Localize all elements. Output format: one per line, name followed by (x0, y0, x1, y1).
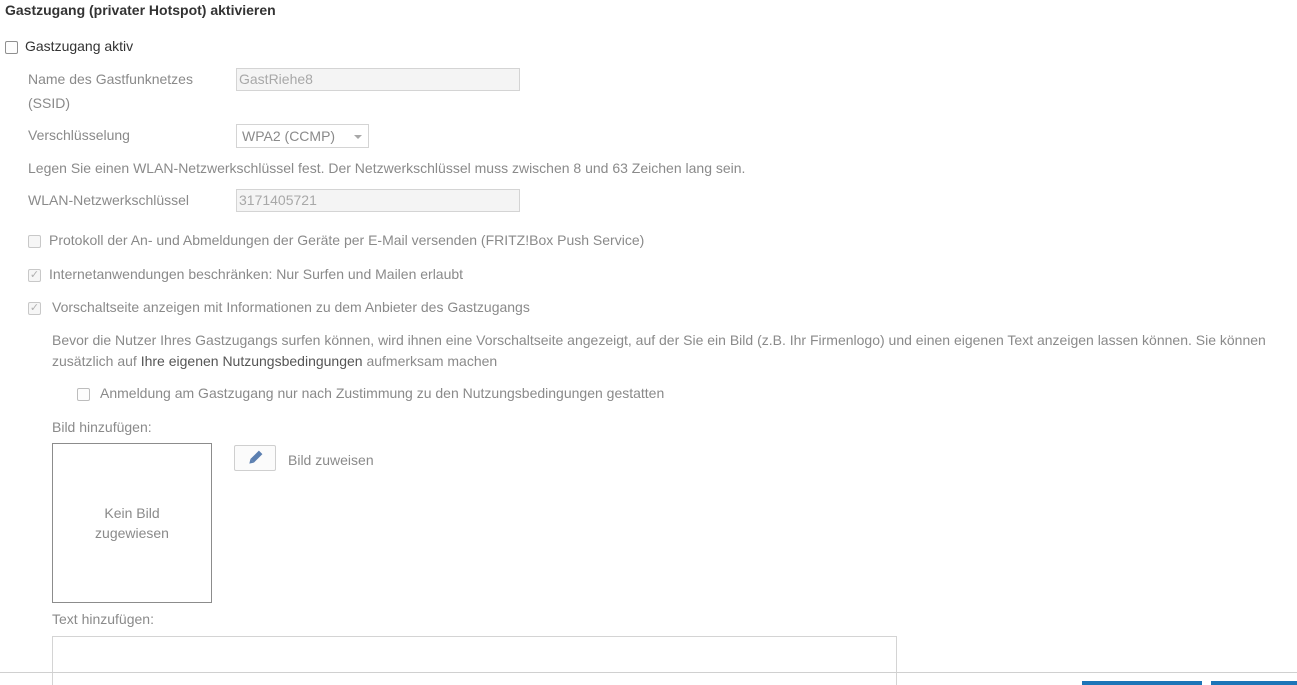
add-image-label: Bild hinzufügen: (52, 419, 152, 435)
guest-access-page: Gastzugang (privater Hotspot) aktivieren… (0, 0, 1297, 685)
landing-page-checkbox[interactable]: ✓ (28, 302, 41, 315)
pencil-icon (249, 450, 263, 464)
checkmark-icon: ✓ (29, 302, 40, 314)
push-service-checkbox[interactable] (28, 235, 41, 248)
footer-divider (0, 672, 1297, 673)
encryption-select[interactable]: WPA2 (CCMP) (236, 124, 369, 148)
landing-text-area[interactable] (52, 636, 897, 685)
checkmark-icon: ✓ (29, 269, 40, 281)
network-key-input[interactable]: 3171405721 (236, 189, 520, 212)
consent-checkbox[interactable] (77, 388, 90, 401)
terms-link[interactable]: Ihre eigenen Nutzungsbedingungen (141, 353, 363, 369)
push-service-label[interactable]: Protokoll der An- und Abmeldungen der Ge… (49, 229, 644, 251)
encryption-selected-value: WPA2 (CCMP) (242, 128, 336, 144)
footer-button-secondary[interactable] (1211, 681, 1297, 685)
image-placeholder: Kein Bild zugewiesen (52, 443, 212, 603)
encryption-label: Verschlüsselung (28, 127, 130, 143)
footer-button-primary[interactable] (1082, 681, 1202, 685)
ssid-label-line2: (SSID) (28, 95, 70, 111)
restrict-apps-label[interactable]: Internetanwendungen beschränken: Nur Sur… (49, 263, 463, 285)
landing-description-end: aufmerksam machen (362, 353, 498, 369)
key-hint-text: Legen Sie einen WLAN-Netzwerkschlüssel f… (28, 160, 746, 176)
landing-page-label[interactable]: Vorschaltseite anzeigen mit Informatione… (52, 296, 530, 318)
assign-image-label[interactable]: Bild zuweisen (288, 449, 374, 471)
guest-access-checkbox[interactable] (5, 41, 18, 54)
guest-access-label[interactable]: Gastzugang aktiv (25, 38, 133, 54)
network-key-label: WLAN-Netzwerkschlüssel (28, 192, 190, 208)
landing-description: Bevor die Nutzer Ihres Gastzugangs surfe… (52, 330, 1292, 372)
chevron-down-icon (354, 135, 362, 139)
consent-label[interactable]: Anmeldung am Gastzugang nur nach Zustimm… (100, 382, 664, 404)
ssid-label-line1: Name des Gastfunknetzes (28, 71, 193, 87)
no-image-text: Kein Bild zugewiesen (95, 505, 169, 541)
add-text-label: Text hinzufügen: (52, 611, 154, 627)
assign-image-button[interactable] (234, 445, 276, 471)
section-title: Gastzugang (privater Hotspot) aktivieren (5, 2, 276, 18)
ssid-input[interactable]: GastRiehe8 (236, 68, 520, 91)
restrict-apps-checkbox[interactable]: ✓ (28, 269, 41, 282)
